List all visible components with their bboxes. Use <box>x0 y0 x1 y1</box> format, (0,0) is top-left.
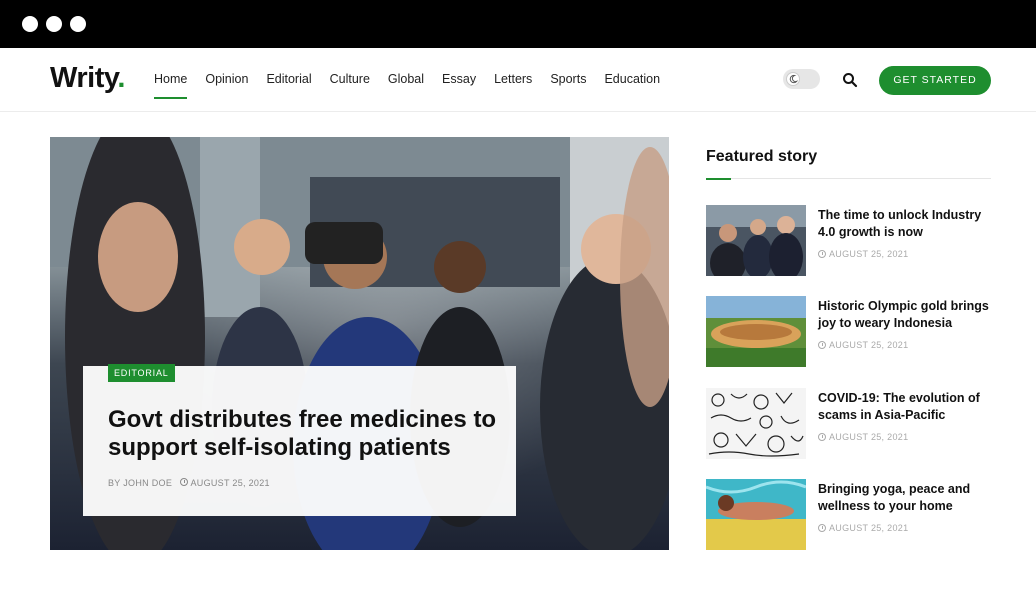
nav-item-letters[interactable]: Letters <box>494 72 532 86</box>
story-title[interactable]: The time to unlock Industry 4.0 growth i… <box>818 207 994 241</box>
story-date: AUGUST 25, 2021 <box>818 249 908 259</box>
story-thumbnail[interactable] <box>706 388 806 459</box>
site-header: Writy. Home Opinion Editorial Culture Gl… <box>0 48 1036 112</box>
clock-icon <box>180 478 189 486</box>
featured-story-item[interactable]: The time to unlock Industry 4.0 growth i… <box>706 205 992 277</box>
nav-item-culture[interactable]: Culture <box>330 72 370 86</box>
story-date: AUGUST 25, 2021 <box>818 340 908 350</box>
nav-item-sports[interactable]: Sports <box>550 72 586 86</box>
nav-item-home[interactable]: Home <box>154 72 188 99</box>
hero-byline: BY JOHN DOE AUGUST 25, 2021 <box>108 478 270 488</box>
divider <box>706 178 991 179</box>
nav-item-essay[interactable]: Essay <box>442 72 476 86</box>
theme-toggle[interactable] <box>783 69 820 89</box>
site-logo[interactable]: Writy. <box>50 62 125 95</box>
hero-caption-card: EDITORIAL Govt distributes free medicine… <box>83 364 516 516</box>
category-badge[interactable]: EDITORIAL <box>108 364 175 382</box>
story-title[interactable]: Historic Olympic gold brings joy to wear… <box>818 298 994 332</box>
nav-item-education[interactable]: Education <box>604 72 660 86</box>
featured-story-item[interactable]: COVID-19: The evolution of scams in Asia… <box>706 388 992 460</box>
story-title[interactable]: Bringing yoga, peace and wellness to you… <box>818 481 994 515</box>
nav-item-global[interactable]: Global <box>388 72 424 86</box>
window-titlebar <box>0 0 1036 48</box>
story-thumbnail[interactable] <box>706 205 806 276</box>
divider-accent <box>706 178 731 180</box>
clock-icon <box>818 341 826 349</box>
story-date: AUGUST 25, 2021 <box>818 523 908 533</box>
nav-item-editorial[interactable]: Editorial <box>266 72 311 86</box>
story-date: AUGUST 25, 2021 <box>818 432 908 442</box>
moon-icon <box>786 72 800 86</box>
story-thumbnail[interactable] <box>706 296 806 367</box>
search-icon[interactable] <box>842 72 858 88</box>
hero-image[interactable]: EDITORIAL Govt distributes free medicine… <box>50 137 669 550</box>
window-maximize-button[interactable] <box>70 16 86 32</box>
get-started-button[interactable]: GET STARTED <box>879 66 991 95</box>
story-title[interactable]: COVID-19: The evolution of scams in Asia… <box>818 390 994 424</box>
clock-icon <box>818 524 826 532</box>
featured-story-item[interactable]: Bringing yoga, peace and wellness to you… <box>706 479 992 551</box>
author-name[interactable]: BY JOHN DOE <box>108 478 172 488</box>
nav-item-opinion[interactable]: Opinion <box>205 72 248 86</box>
hero-date: AUGUST 25, 2021 <box>180 478 270 488</box>
main-nav: Home Opinion Editorial Culture Global Es… <box>154 72 678 99</box>
featured-story-title: Featured story <box>706 148 818 165</box>
story-thumbnail[interactable] <box>706 479 806 550</box>
clock-icon <box>818 433 826 441</box>
window-minimize-button[interactable] <box>46 16 62 32</box>
featured-story-item[interactable]: Historic Olympic gold brings joy to wear… <box>706 296 992 368</box>
window-close-button[interactable] <box>22 16 38 32</box>
clock-icon <box>818 250 826 258</box>
hero-headline[interactable]: Govt distributes free medicines to suppo… <box>108 406 508 462</box>
